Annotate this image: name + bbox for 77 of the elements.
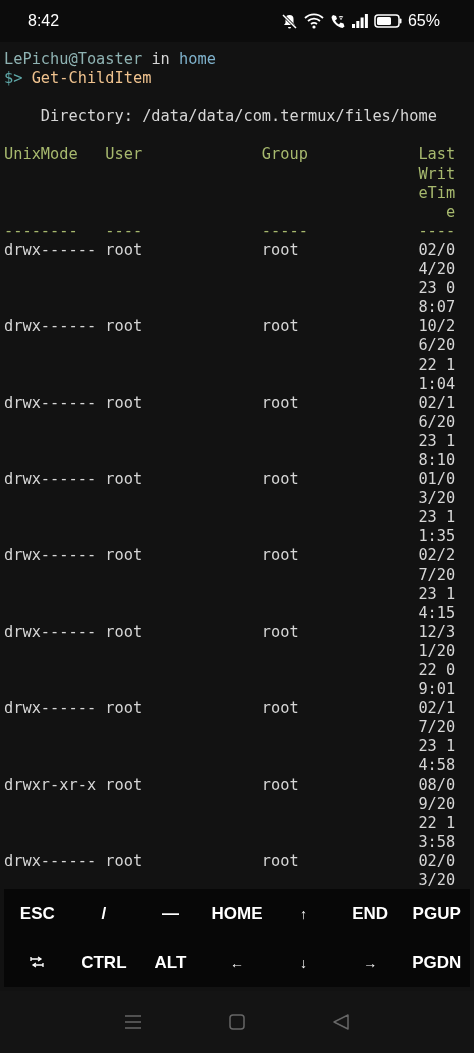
extra-key[interactable]: END bbox=[350, 901, 391, 926]
table-cell: 01/0 3/20 23 1 1:35 bbox=[418, 470, 456, 547]
table-cell-text: root bbox=[105, 470, 143, 491]
table-cell-text: root bbox=[105, 317, 143, 338]
extra-key[interactable]: ESC bbox=[17, 901, 57, 926]
table-cell-text: root bbox=[261, 317, 299, 338]
table-cell-text: root bbox=[105, 622, 143, 643]
table-cell: 02/1 6/20 23 1 8:10 bbox=[418, 393, 456, 471]
arrow-key[interactable]: ↓ bbox=[298, 952, 310, 973]
table-cell-text: root bbox=[261, 546, 299, 567]
prompt-text: in bbox=[151, 50, 170, 70]
table-cell-text: root bbox=[261, 775, 299, 796]
table-cell: 10/2 6/20 22 1 1:04 bbox=[418, 317, 456, 394]
clock-time: 8:42 bbox=[28, 12, 60, 30]
table-cell-text: root bbox=[261, 622, 299, 643]
table-cell: 08/0 9/20 22 1 3:58 bbox=[418, 775, 456, 852]
table-cell-text: root bbox=[261, 699, 299, 720]
table-cell-text: drwxr-xr-x bbox=[4, 775, 97, 796]
table-cell: 12/3 1/20 22 0 9:01 bbox=[418, 622, 456, 700]
table-cell-text: drwx------ bbox=[4, 622, 97, 643]
table-cell-text: root bbox=[261, 851, 299, 872]
menu-icon bbox=[125, 1014, 141, 1030]
table-cell-text: drwx------ bbox=[4, 470, 97, 491]
extra-key[interactable]: ALT bbox=[152, 950, 189, 975]
table-cell-text: drwx------ bbox=[4, 317, 97, 338]
table-cell-text: root bbox=[261, 470, 299, 491]
table-cell: 02/0 4/20 23 0 8:07 bbox=[418, 240, 456, 318]
extra-key[interactable]: — bbox=[159, 901, 181, 926]
muted-bell-icon bbox=[280, 12, 298, 30]
command-text: Get-ChildItem bbox=[31, 69, 152, 89]
prompt-user: LePichu@Toaster bbox=[4, 50, 143, 70]
prompt-directory: home bbox=[179, 50, 216, 70]
directory-line: Directory: /data/data/com.termux/files/home bbox=[40, 107, 437, 127]
table-cell: 02/0 3/20 bbox=[418, 851, 456, 889]
table-cell-text: drwx------ bbox=[4, 546, 97, 567]
table-cell-text: drwx------ bbox=[4, 699, 97, 720]
table-cell-text: drwx------ bbox=[4, 851, 97, 872]
table-cell-text: root bbox=[261, 240, 299, 261]
arrow-key[interactable]: ← bbox=[228, 952, 246, 973]
table-cell: 02/2 7/20 23 1 4:15 bbox=[418, 546, 456, 623]
prompt-symbol: $> bbox=[4, 69, 23, 89]
arrow-key[interactable]: ↑ bbox=[298, 903, 310, 924]
table-cell-text: root bbox=[105, 240, 143, 261]
table-cell-text: drwx------ bbox=[4, 393, 97, 414]
table-cell-text: root bbox=[105, 546, 143, 567]
extra-key[interactable]: CTRL bbox=[79, 950, 129, 975]
signal-icon bbox=[351, 14, 368, 28]
extra-key[interactable]: / bbox=[99, 901, 109, 926]
table-cell-text: root bbox=[105, 393, 143, 414]
wifi-call-icon bbox=[329, 13, 346, 29]
arrow-key[interactable]: → bbox=[361, 952, 380, 973]
extra-key[interactable]: PGUP bbox=[410, 901, 463, 926]
column-header: User bbox=[105, 145, 143, 166]
column-header: Last Writ eTim e bbox=[418, 145, 456, 222]
table-cell-text: root bbox=[105, 699, 143, 720]
table-cell-text: root bbox=[105, 775, 143, 796]
extra-key[interactable]: PGDN bbox=[410, 950, 464, 975]
wifi-icon bbox=[303, 13, 324, 29]
header-rule: ---- bbox=[105, 221, 143, 241]
battery-icon bbox=[373, 14, 402, 28]
header-rule: ---- bbox=[418, 221, 456, 241]
battery-percent: 65% bbox=[407, 12, 440, 30]
square-icon bbox=[229, 1014, 245, 1030]
extra-key[interactable]: HOME bbox=[209, 901, 265, 926]
table-cell-text: root bbox=[105, 851, 143, 872]
header-rule: -------- bbox=[4, 221, 78, 241]
table-cell-text: root bbox=[261, 393, 299, 414]
table-cell-text: drwx------ bbox=[4, 240, 97, 261]
back-button[interactable] bbox=[333, 1014, 349, 1030]
menu-button[interactable] bbox=[125, 1014, 141, 1030]
tab-icon bbox=[30, 955, 45, 968]
header-rule: ----- bbox=[261, 221, 308, 241]
column-header: UnixMode bbox=[4, 145, 78, 166]
table-cell: 02/1 7/20 23 1 4:58 bbox=[418, 699, 456, 776]
back-icon bbox=[333, 1014, 349, 1030]
column-header: Group bbox=[261, 145, 308, 166]
home-button[interactable] bbox=[229, 1014, 245, 1030]
